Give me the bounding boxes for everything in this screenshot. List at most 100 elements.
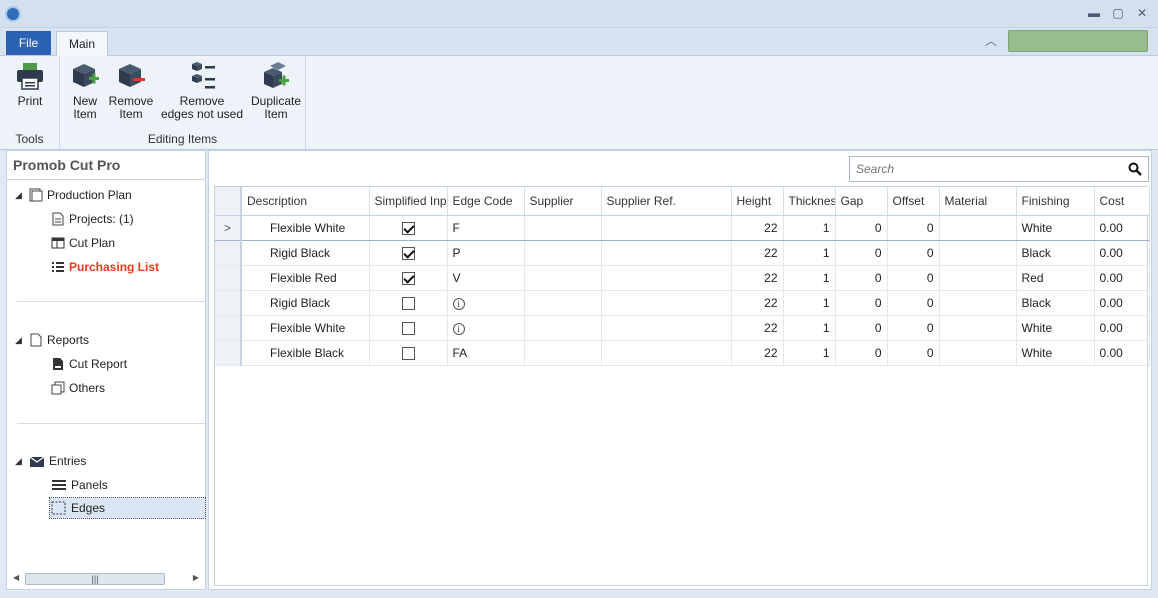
- tree-projects[interactable]: Projects: (1): [51, 212, 134, 226]
- tree-production-plan[interactable]: ◢ Production Plan: [15, 188, 132, 202]
- cell-cost[interactable]: 0.00: [1094, 315, 1150, 341]
- cell-description[interactable]: Rigid Black: [241, 240, 370, 266]
- cell-height[interactable]: 22: [731, 240, 784, 266]
- tree-others[interactable]: Others: [51, 381, 105, 395]
- tab-main[interactable]: Main: [56, 31, 108, 57]
- row-selector[interactable]: [215, 265, 242, 291]
- cell-thickness[interactable]: 1: [783, 214, 836, 241]
- cell-offset[interactable]: 0: [887, 340, 940, 366]
- expand-arrow-icon[interactable]: ◢: [15, 335, 25, 346]
- info-icon[interactable]: i: [452, 297, 465, 310]
- cell-gap[interactable]: 0: [835, 290, 888, 316]
- simplified-input-checkbox[interactable]: [401, 346, 415, 360]
- tree-cut-plan[interactable]: Cut Plan: [51, 236, 115, 250]
- cell-description[interactable]: Flexible Black: [241, 340, 370, 366]
- simplified-input-checkbox[interactable]: [401, 271, 415, 285]
- cell-description[interactable]: Flexible Red: [241, 265, 370, 291]
- cell-height[interactable]: 22: [731, 290, 784, 316]
- cell-material[interactable]: [939, 214, 1017, 241]
- cell-edge-code[interactable]: P: [447, 240, 525, 266]
- cell-finishing[interactable]: White: [1016, 340, 1095, 366]
- cell-cost[interactable]: 0.00: [1094, 240, 1150, 266]
- column-header[interactable]: Gap: [835, 187, 888, 216]
- column-header[interactable]: Material: [939, 187, 1017, 216]
- cell-thickness[interactable]: 1: [783, 240, 836, 266]
- cell-finishing[interactable]: Black: [1016, 240, 1095, 266]
- search-input[interactable]: [854, 158, 1114, 180]
- cell-height[interactable]: 22: [731, 265, 784, 291]
- cell-supplier[interactable]: [524, 240, 602, 266]
- cell-edge-code[interactable]: V: [447, 265, 525, 291]
- column-header[interactable]: Thickness: [783, 187, 836, 216]
- cell-edge-code[interactable]: FA: [447, 340, 525, 366]
- tab-file[interactable]: File: [6, 31, 51, 55]
- cell-thickness[interactable]: 1: [783, 315, 836, 341]
- sidebar-horizontal-scrollbar[interactable]: ◀ ||| ▶: [13, 571, 199, 587]
- cell-cost[interactable]: 0.00: [1094, 340, 1150, 366]
- search-icon[interactable]: [1128, 162, 1142, 176]
- close-icon[interactable]: ✕: [1134, 5, 1150, 21]
- cell-supplier-ref[interactable]: [601, 290, 732, 316]
- row-selector[interactable]: [215, 290, 242, 316]
- table-row[interactable]: > Flexible White F 22 1 0 0 White 0.00: [215, 214, 1150, 241]
- cell-material[interactable]: [939, 290, 1017, 316]
- cell-thickness[interactable]: 1: [783, 340, 836, 366]
- tree-entries[interactable]: ◢ Entries: [15, 454, 86, 468]
- column-header[interactable]: Height: [731, 187, 784, 216]
- cell-height[interactable]: 22: [731, 315, 784, 341]
- cell-gap[interactable]: 0: [835, 214, 888, 241]
- cell-simplified-input[interactable]: [369, 315, 448, 341]
- scroll-left-icon[interactable]: ◀: [13, 573, 19, 582]
- row-selector[interactable]: >: [215, 214, 242, 241]
- cell-offset[interactable]: 0: [887, 290, 940, 316]
- new-item-button[interactable]: New Item: [64, 60, 106, 121]
- cell-material[interactable]: [939, 315, 1017, 341]
- column-header[interactable]: Supplier: [524, 187, 602, 216]
- cell-thickness[interactable]: 1: [783, 265, 836, 291]
- cell-edge-code[interactable]: i: [447, 290, 525, 316]
- cell-description[interactable]: Rigid Black: [241, 290, 370, 316]
- column-header[interactable]: Simplified Input: [369, 187, 448, 216]
- cell-gap[interactable]: 0: [835, 265, 888, 291]
- cell-supplier[interactable]: [524, 265, 602, 291]
- table-row[interactable]: Flexible Black FA 22 1 0 0 White 0.00: [215, 340, 1150, 366]
- cell-material[interactable]: [939, 240, 1017, 266]
- tree-purchasing-list[interactable]: Purchasing List: [51, 260, 159, 274]
- row-selector[interactable]: [215, 340, 242, 366]
- cell-height[interactable]: 22: [731, 214, 784, 241]
- cell-supplier[interactable]: [524, 340, 602, 366]
- scrollbar-thumb[interactable]: |||: [25, 573, 165, 585]
- simplified-input-checkbox[interactable]: [401, 296, 415, 310]
- cell-simplified-input[interactable]: [369, 290, 448, 316]
- expand-arrow-icon[interactable]: ◢: [15, 190, 25, 201]
- cell-simplified-input[interactable]: [369, 240, 448, 266]
- cell-finishing[interactable]: Black: [1016, 290, 1095, 316]
- print-button[interactable]: Print: [8, 60, 52, 108]
- cell-simplified-input[interactable]: [369, 265, 448, 291]
- cell-offset[interactable]: 0: [887, 315, 940, 341]
- cell-height[interactable]: 22: [731, 340, 784, 366]
- cell-supplier[interactable]: [524, 290, 602, 316]
- cell-supplier[interactable]: [524, 315, 602, 341]
- tree-panels[interactable]: Panels: [51, 478, 108, 492]
- cell-description[interactable]: Flexible White: [241, 214, 370, 241]
- cell-finishing[interactable]: Red: [1016, 265, 1095, 291]
- cell-offset[interactable]: 0: [887, 240, 940, 266]
- table-row[interactable]: Flexible White i 22 1 0 0 White 0.00: [215, 315, 1150, 341]
- cell-supplier-ref[interactable]: [601, 214, 732, 241]
- cell-offset[interactable]: 0: [887, 214, 940, 241]
- table-row[interactable]: Flexible Red V 22 1 0 0 Red 0.00: [215, 265, 1150, 291]
- search-box[interactable]: [849, 156, 1149, 182]
- tree-reports[interactable]: ◢ Reports: [15, 333, 89, 347]
- maximize-icon[interactable]: ▢: [1110, 5, 1126, 21]
- column-header[interactable]: Cost: [1094, 187, 1150, 216]
- column-header[interactable]: Offset: [887, 187, 940, 216]
- cell-gap[interactable]: 0: [835, 240, 888, 266]
- column-header[interactable]: Edge Code: [447, 187, 525, 216]
- cell-material[interactable]: [939, 265, 1017, 291]
- simplified-input-checkbox[interactable]: [401, 221, 415, 235]
- cell-supplier-ref[interactable]: [601, 240, 732, 266]
- cell-simplified-input[interactable]: [369, 214, 448, 241]
- cell-edge-code[interactable]: i: [447, 315, 525, 341]
- cell-finishing[interactable]: White: [1016, 214, 1095, 241]
